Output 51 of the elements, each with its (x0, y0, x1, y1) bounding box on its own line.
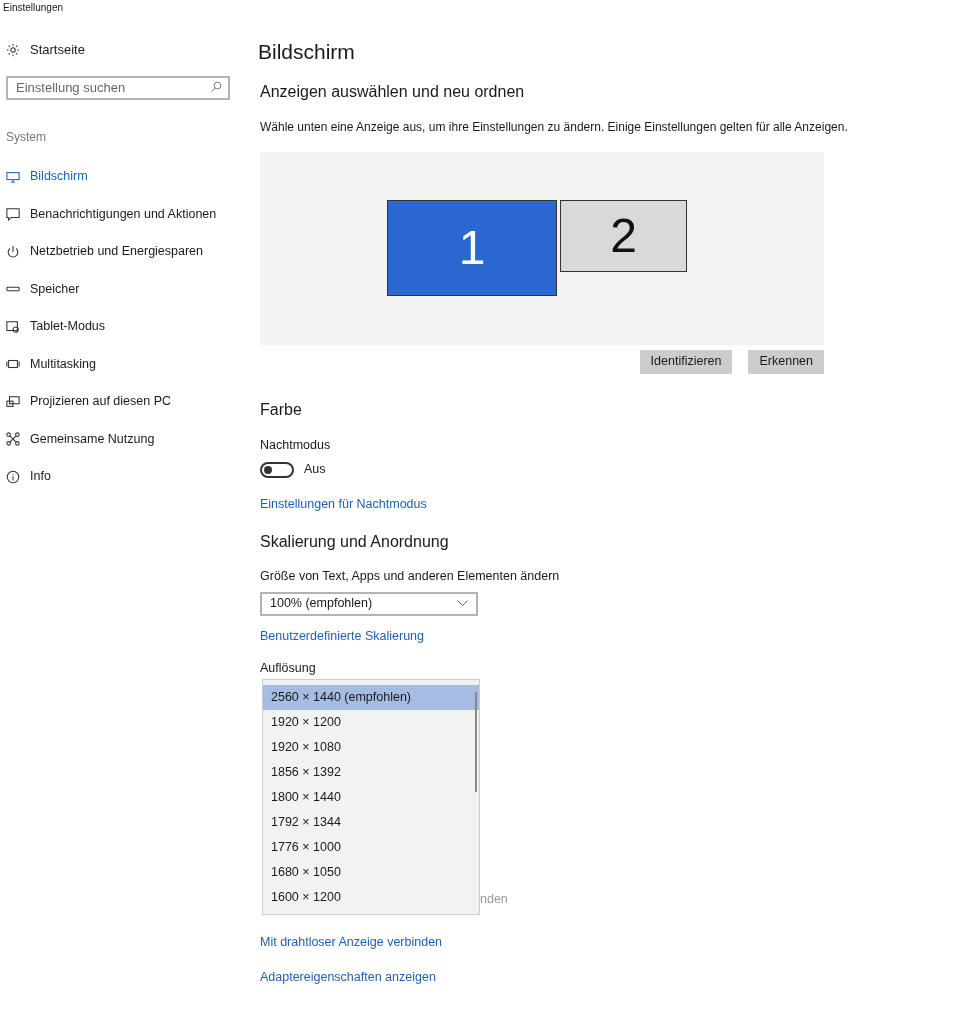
dropdown-option[interactable]: 1792 × 1344 (263, 810, 479, 835)
dropdown-option[interactable]: 1856 × 1392 (263, 760, 479, 785)
scale-dropdown[interactable]: 100% (empfohlen) (260, 591, 478, 616)
sidebar-item[interactable]: Multitasking (6, 345, 96, 383)
tablet-icon (6, 319, 20, 334)
monitor-tile[interactable]: 1 (387, 199, 557, 296)
monitor-icon (6, 169, 20, 184)
field-label: Größe von Text, Apps und anderen Elementen ändern (260, 567, 560, 585)
section-label: System (6, 129, 46, 146)
sidebar-item[interactable]: Bildschirm (6, 158, 88, 196)
page-title: Bildschirm (258, 39, 355, 65)
share-icon (6, 432, 20, 447)
sidebar-item[interactable]: Projizieren auf diesen PC (6, 383, 172, 421)
power-icon (6, 244, 20, 259)
search-field[interactable]: Einstellung suchen (6, 75, 230, 100)
dropdown-option[interactable]: 1920 × 1200 (263, 710, 479, 735)
sidebar-item[interactable]: Gemeinsame Nutzung (6, 420, 155, 458)
section-heading: Skalierung und Anordnung (260, 531, 449, 552)
home-link[interactable]: Startseite (6, 40, 85, 60)
settings-link[interactable]: Einstellungen für Nachtmodus (260, 495, 427, 514)
action-button[interactable]: Erkennen (748, 349, 824, 374)
settings-link[interactable]: Benutzerdefinierte Skalierung (260, 626, 424, 646)
dropdown-option[interactable]: 1680 × 1050 (263, 860, 479, 885)
settings-link[interactable]: Mit drahtloser Anzeige verbinden (260, 932, 443, 952)
settings-icon (6, 43, 20, 57)
field-label: Auflösung (260, 660, 316, 678)
sidebar-item[interactable]: Benachrichtigungen und Aktionen (6, 195, 217, 233)
search-icon (210, 81, 222, 93)
chevron-down-icon (457, 600, 468, 607)
section-heading: Farbe (260, 399, 302, 420)
toggle-switch[interactable] (260, 461, 294, 478)
settings-link[interactable]: Adaptereigenschaften anzeigen (260, 967, 436, 987)
dropdown-option[interactable]: 1920 × 1080 (263, 735, 479, 760)
speech-bubble-icon (6, 207, 20, 222)
info-icon (6, 469, 20, 484)
projector-icon (6, 394, 20, 409)
description-text: Wähle unten eine Anzeige aus, um ihre Einstellungen zu ändern. Einige Einstellungen gelten für alle Anzeigen. (260, 118, 848, 136)
section-heading: Anzeigen auswählen und neu ordnen (260, 81, 525, 102)
dropdown-option[interactable]: 2560 × 1440 (empfohlen) (263, 685, 479, 710)
field-label: Nachtmodus (260, 436, 331, 454)
dropdown-option[interactable]: 1776 × 1000 (263, 835, 479, 860)
window-title: Einstellungen (3, 1, 64, 15)
sidebar-item[interactable]: Tablet-Modus (6, 308, 106, 346)
toggle-state: Aus (304, 461, 326, 479)
monitor-tile[interactable]: 2 (560, 199, 687, 272)
action-button[interactable]: Identifizieren (639, 349, 733, 374)
dropdown-option[interactable]: 1800 × 1440 (263, 785, 479, 810)
sidebar-item[interactable]: Info (6, 458, 51, 496)
sidebar-item[interactable]: Netzbetrieb und Energiesparen (6, 233, 204, 271)
sidebar-item[interactable]: Speicher (6, 270, 80, 308)
dropdown-option[interactable]: 1600 × 1200 (263, 885, 479, 910)
